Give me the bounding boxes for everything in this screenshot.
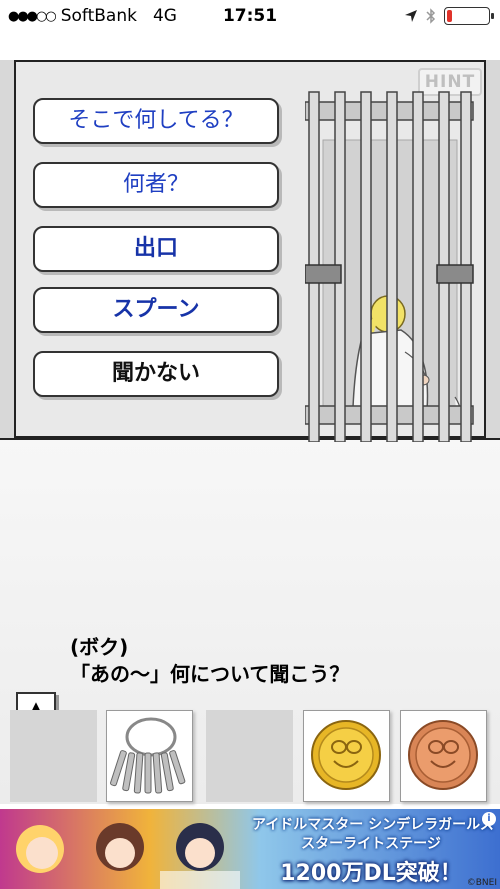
choice-dont-ask-button[interactable]: 聞かない (33, 351, 279, 397)
dialog-text: 「あの～」何について聞こう？ (70, 662, 350, 686)
inventory-slot-keys[interactable] (106, 710, 193, 802)
ad-info-icon[interactable]: i (482, 812, 496, 826)
key-ring-icon (110, 717, 186, 794)
choice-spoon-button[interactable]: スプーン (33, 287, 279, 333)
gold-coin-icon (311, 720, 381, 790)
bluetooth-icon (426, 8, 436, 24)
status-right (404, 7, 494, 25)
choice-who-are-you-button[interactable]: 何者？ (33, 162, 279, 208)
choice-what-doing-button[interactable]: そこで何してる？ (33, 98, 279, 144)
choice-exit-button[interactable]: 出口 (33, 226, 279, 272)
inventory-bar (0, 710, 500, 806)
ad-character-art (16, 823, 240, 889)
dialog-speaker: (ボク) (70, 635, 129, 659)
room-scene[interactable]: HINT そこで何してる？ 何者？ 出口 スプーン 聞かない (ボク) 「あの～… (0, 34, 500, 804)
location-arrow-icon (405, 10, 417, 22)
jail-cell-illustration (304, 91, 474, 443)
inventory-slot-gold-coin[interactable] (303, 710, 390, 802)
ad-copyright: ©BNEI (466, 878, 497, 888)
battery-level (447, 10, 452, 22)
ad-title-line2: スターライトステージ (301, 836, 441, 852)
inventory-slot-empty[interactable] (10, 710, 97, 802)
right-wall (484, 60, 500, 440)
inventory-slot-copper-coin[interactable] (400, 710, 487, 802)
inventory-slot-empty[interactable] (206, 710, 293, 802)
ad-headline: 1200万DL突破！ (280, 861, 462, 886)
battery-icon (444, 7, 494, 25)
left-wall (0, 60, 16, 440)
copper-coin-icon (408, 720, 478, 790)
ad-banner[interactable]: アイドルマスター シンデレラガールズ スターライトステージ 1200万DL突破！… (0, 809, 500, 889)
jail-cell[interactable] (304, 62, 475, 443)
status-bar: ●●●○○ SoftBank 4G 17:51 (0, 0, 500, 34)
ad-title-line1: アイドルマスター シンデレラガールズ (252, 817, 495, 833)
